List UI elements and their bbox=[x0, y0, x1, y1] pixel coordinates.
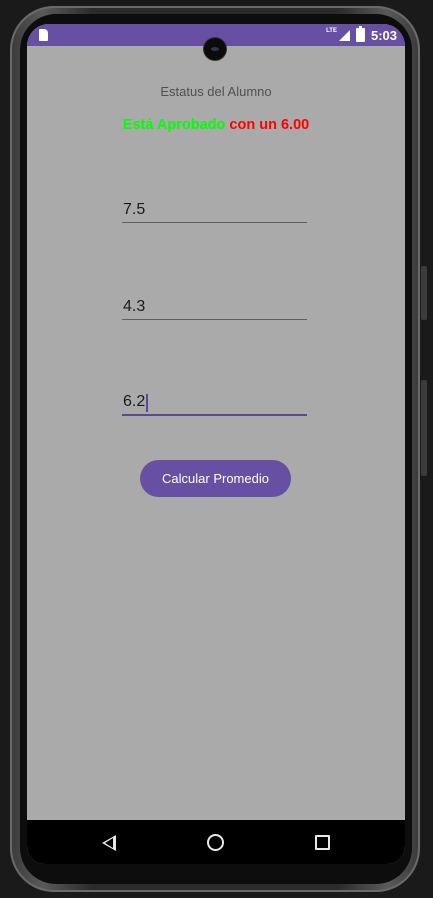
signal-icon bbox=[338, 29, 350, 41]
calculate-average-button[interactable]: Calcular Promedio bbox=[140, 460, 291, 497]
grade-input-3[interactable] bbox=[122, 390, 307, 416]
result-message: Está Aprobado con un 6.00 bbox=[27, 117, 405, 133]
grade-input-1[interactable] bbox=[122, 197, 307, 223]
device-frame: LTE 5:03 Estatus del Alumno Está Aprobad… bbox=[0, 0, 433, 898]
text-cursor bbox=[146, 394, 148, 412]
recents-icon[interactable] bbox=[315, 835, 330, 850]
page-title: Estatus del Alumno bbox=[160, 84, 272, 99]
back-icon[interactable] bbox=[102, 835, 116, 851]
status-indicators: LTE 5:03 bbox=[326, 26, 397, 43]
front-camera bbox=[204, 38, 226, 60]
grade-input-2[interactable] bbox=[122, 294, 307, 320]
result-average: con un 6.00 bbox=[229, 117, 310, 133]
home-icon[interactable] bbox=[207, 834, 224, 851]
app-screen: LTE 5:03 Estatus del Alumno Está Aprobad… bbox=[27, 24, 405, 864]
battery-icon bbox=[355, 26, 365, 42]
navigation-bar bbox=[27, 820, 405, 864]
sim-card-icon bbox=[39, 29, 48, 41]
power-button bbox=[421, 380, 427, 476]
status-time: 5:03 bbox=[370, 27, 397, 43]
network-type: LTE bbox=[326, 28, 337, 34]
result-status: Está Aprobado bbox=[122, 117, 226, 133]
volume-button bbox=[421, 266, 427, 320]
